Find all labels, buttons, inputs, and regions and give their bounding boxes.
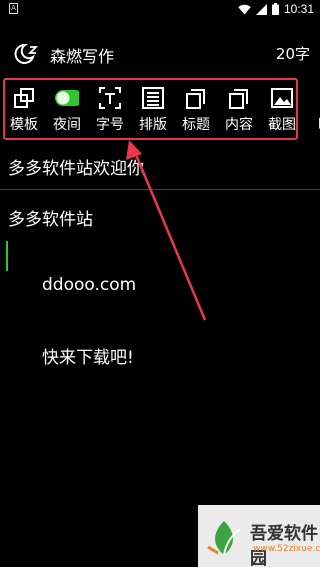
watermark-text: 吾爱软件园: [250, 524, 318, 567]
watermark: 吾爱软件园 www.52zixue.com: [198, 505, 320, 567]
app-logo-icon[interactable]: [14, 42, 40, 66]
status-bar: A 10:31: [0, 0, 320, 18]
paragraph-3[interactable]: 快来下载吧!: [42, 343, 134, 368]
battery-icon: [271, 3, 279, 15]
tool-time[interactable]: 时: [306, 80, 320, 136]
watermark-logo: [207, 521, 241, 556]
notification-icon: A: [9, 3, 18, 14]
toolbar-highlight-box: [3, 78, 298, 140]
text-cursor: [6, 241, 8, 271]
tool-label: 时: [302, 114, 320, 134]
title-divider: [0, 189, 320, 190]
word-count: 20字: [275, 45, 310, 63]
watermark-url: www.52zixue.com: [253, 544, 320, 554]
document-title[interactable]: 多多软件站欢迎你: [8, 154, 144, 179]
wifi-icon: [238, 4, 251, 14]
clock: 10:31: [283, 2, 314, 16]
status-right: 10:31: [238, 1, 314, 17]
app-bar: 森燃写作 20字: [0, 38, 320, 70]
paragraph-1[interactable]: 多多软件站: [8, 205, 93, 230]
signal-icon: [255, 3, 267, 15]
paragraph-2[interactable]: ddooo.com: [42, 275, 136, 295]
app-title: 森燃写作: [50, 47, 115, 66]
